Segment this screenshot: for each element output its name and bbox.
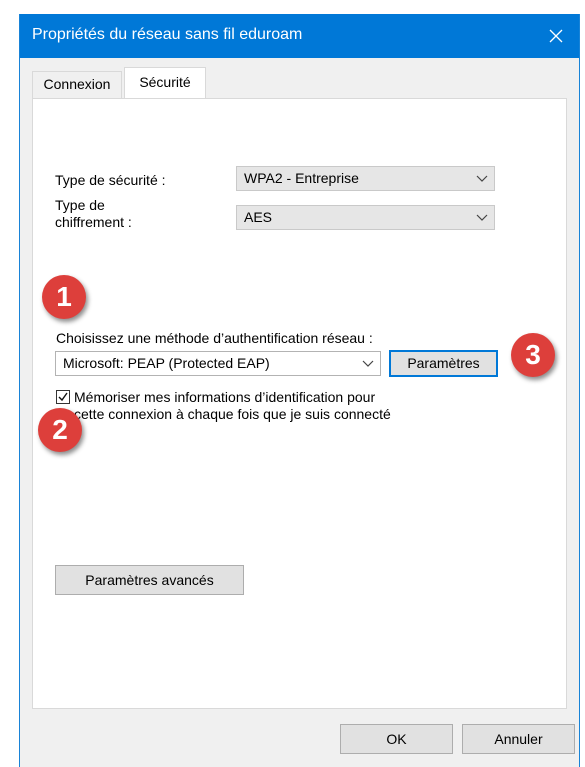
chevron-down-icon [476,214,488,221]
close-button[interactable] [533,14,579,58]
tab-connexion-label: Connexion [43,76,111,92]
advanced-settings-button[interactable]: Paramètres avancés [55,565,244,595]
chevron-down-icon [476,175,488,182]
encryption-type-label-line2: chiffrement : [55,214,132,230]
annotation-badge-2: 2 [38,408,82,452]
chevron-down-icon [362,360,374,367]
remember-credentials-label-line1: Mémoriser mes informations d’identificat… [74,389,376,405]
auth-method-value: Microsoft: PEAP (Protected EAP) [63,355,270,371]
security-type-label: Type de sécurité : [55,172,166,188]
cancel-button[interactable]: Annuler [462,724,575,754]
security-panel: Type de sécurité : WPA2 - Entreprise Typ… [32,98,567,709]
security-type-value: WPA2 - Entreprise [244,170,359,186]
tab-securite[interactable]: Sécurité [124,67,206,98]
tab-securite-label: Sécurité [139,74,191,90]
auth-method-select[interactable]: Microsoft: PEAP (Protected EAP) [55,351,381,376]
cancel-button-label: Annuler [494,731,543,747]
close-icon [549,29,563,43]
encryption-type-label-line1: Type de [55,197,105,213]
wireless-properties-dialog: Propriétés du réseau sans fil eduroam Co… [19,14,580,767]
remember-credentials-label-line2: cette connexion à chaque fois que je sui… [74,406,391,422]
ok-button[interactable]: OK [340,724,453,754]
tab-connexion[interactable]: Connexion [32,71,122,98]
ok-button-label: OK [386,731,407,747]
window-title: Propriétés du réseau sans fil eduroam [32,26,303,43]
annotation-badge-1: 1 [42,275,86,319]
security-type-select[interactable]: WPA2 - Entreprise [236,166,495,191]
annotation-badge-3: 3 [511,333,555,377]
settings-button[interactable]: Paramètres [389,350,498,377]
encryption-type-value: AES [244,209,273,225]
remember-credentials-checkbox[interactable] [56,390,70,404]
title-bar: Propriétés du réseau sans fil eduroam [20,14,579,58]
auth-method-label: Choisissez une méthode d’authentificatio… [56,330,373,346]
checkmark-icon [58,392,68,402]
encryption-type-select[interactable]: AES [236,205,495,230]
advanced-settings-label: Paramètres avancés [85,572,214,588]
settings-button-label: Paramètres [407,355,480,371]
dialog-footer: OK Annuler [20,709,579,767]
